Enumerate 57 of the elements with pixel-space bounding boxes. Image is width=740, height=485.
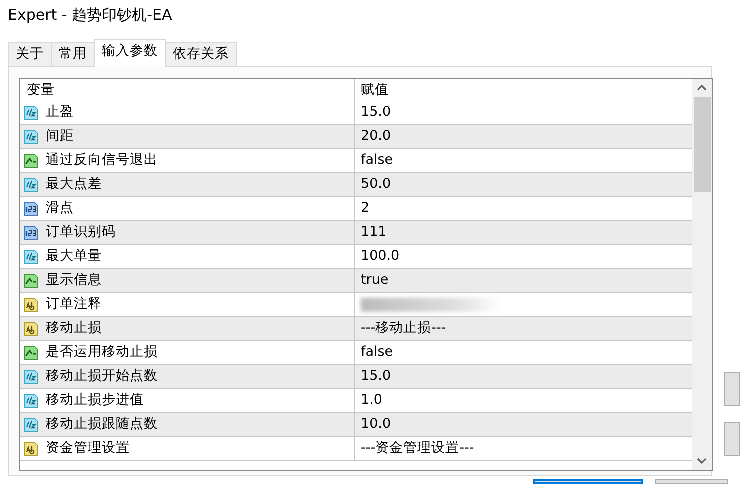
parameter-name: 止盈 (46, 103, 74, 122)
parameter-value[interactable]: 1.0 (361, 390, 382, 411)
parameter-type-icon (23, 176, 39, 192)
side-button[interactable] (724, 422, 740, 456)
parameter-name: 移动止损开始点数 (46, 367, 158, 386)
parameter-type-icon (23, 200, 39, 216)
parameter-type-icon (23, 272, 39, 288)
scrollbar[interactable] (692, 79, 712, 470)
parameter-name: 订单识别码 (46, 223, 116, 242)
parameter-type-icon (23, 440, 39, 456)
parameter-value[interactable]: 15.0 (361, 366, 392, 387)
parameter-value[interactable]: ---移动止损--- (361, 318, 446, 339)
parameter-name: 移动止损 (46, 319, 102, 338)
parameter-name: 通过反向信号退出 (46, 151, 158, 170)
parameter-value[interactable]: 2 (361, 198, 370, 219)
parameter-type-icon (23, 416, 39, 432)
parameter-name: 是否运用移动止损 (46, 343, 158, 362)
parameter-type-icon (23, 392, 39, 408)
parameter-value[interactable]: 50.0 (361, 174, 392, 195)
parameter-name: 最大单量 (46, 247, 102, 266)
column-header[interactable]: 赋值 (361, 80, 389, 100)
tab[interactable]: 常用 (51, 42, 95, 66)
parameter-type-icon (23, 248, 39, 264)
parameter-name: 移动止损步进值 (46, 391, 144, 410)
parameter-type-icon (23, 128, 39, 144)
tab[interactable]: 关于 (8, 42, 52, 66)
side-button[interactable] (724, 372, 740, 406)
parameter-name: 间距 (46, 127, 74, 146)
parameter-value[interactable]: 10.0 (361, 414, 392, 435)
parameter-name: 滑点 (46, 199, 74, 218)
parameter-type-icon (23, 296, 39, 312)
tab[interactable]: 依存关系 (165, 42, 237, 66)
parameter-type-icon (23, 344, 39, 360)
parameter-value[interactable]: 20.0 (361, 126, 392, 147)
parameter-name: 资金管理设置 (46, 439, 130, 458)
parameter-value[interactable]: true (361, 270, 389, 291)
parameter-type-icon (23, 104, 39, 120)
parameter-value[interactable]: 15.0 (361, 102, 392, 123)
window-title: Expert - 趋势印钞机-EA (7, 5, 174, 26)
parameter-value[interactable]: 100.0 (361, 246, 400, 267)
parameter-value[interactable]: false (361, 342, 394, 363)
column-header[interactable]: 变量 (27, 80, 55, 100)
parameter-type-icon (23, 224, 39, 240)
parameter-type-icon (23, 368, 39, 384)
dialog-button[interactable] (655, 479, 728, 484)
parameter-type-icon (23, 152, 39, 168)
parameter-name: 移动止损跟随点数 (46, 415, 158, 434)
scroll-thumb[interactable] (694, 97, 710, 192)
parameter-name: 订单注释 (46, 295, 102, 314)
parameter-name: 最大点差 (46, 175, 102, 194)
parameter-name: 显示信息 (46, 271, 102, 290)
parameter-value[interactable]: false (361, 150, 394, 171)
tab[interactable]: 输入参数 (94, 39, 166, 67)
parameter-value[interactable]: ---资金管理设置--- (361, 438, 474, 459)
dialog-button[interactable] (533, 479, 643, 484)
parameter-value[interactable]: 111 (361, 222, 387, 243)
parameter-type-icon (23, 320, 39, 336)
